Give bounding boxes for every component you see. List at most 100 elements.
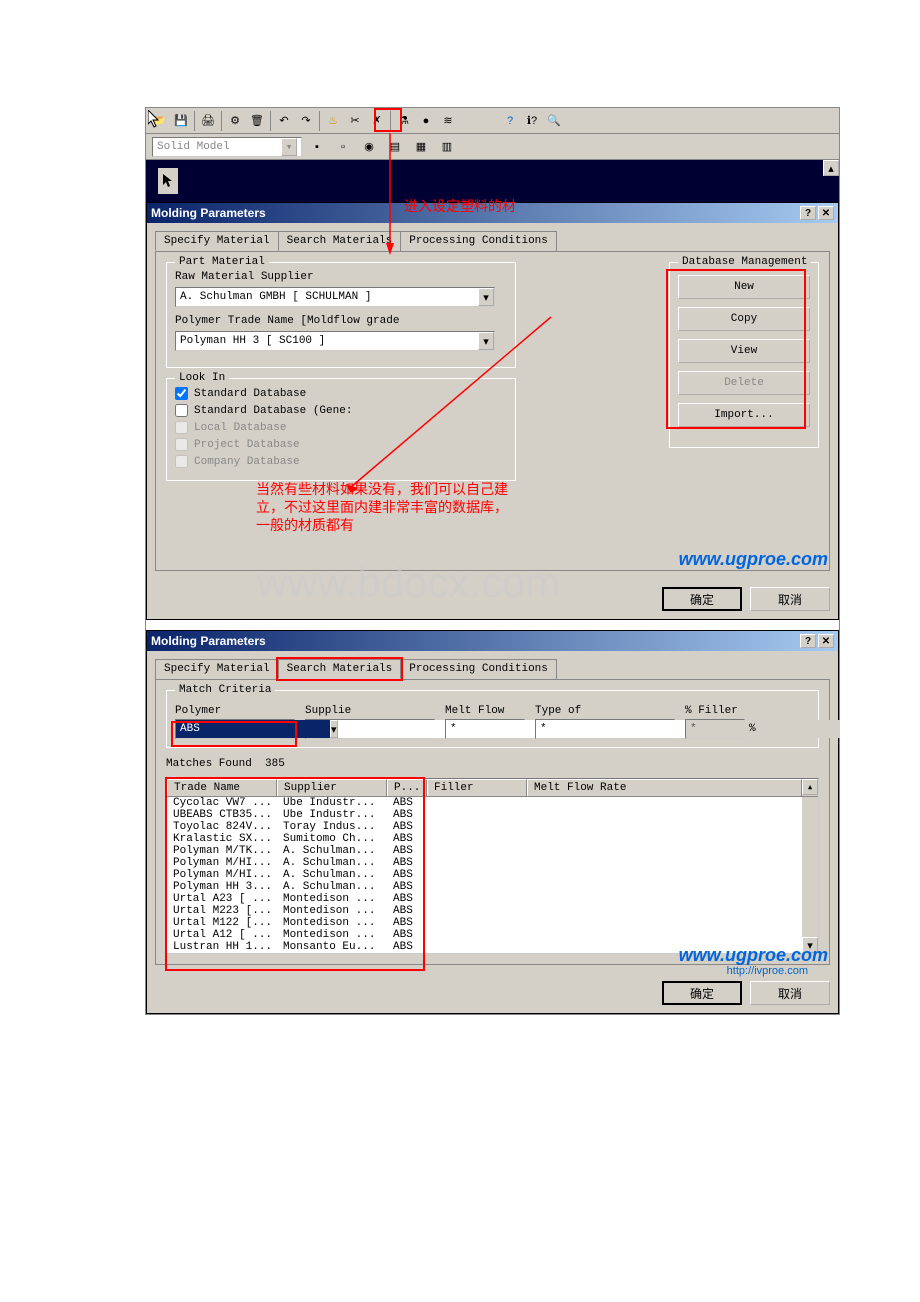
chevron-down-icon[interactable]: ▾ <box>478 288 494 306</box>
view1-icon[interactable]: ▪ <box>306 136 328 158</box>
cancel-button[interactable]: 取消 <box>750 981 830 1005</box>
ok-button[interactable]: 确定 <box>662 587 742 611</box>
meltflow-input-wrap[interactable] <box>445 719 525 739</box>
look-in-legend: Look In <box>175 372 229 384</box>
cell-meltflow <box>527 929 802 941</box>
tab-search-materials[interactable]: Search Materials <box>278 231 402 251</box>
tab-processing-conditions[interactable]: Processing Conditions <box>400 659 557 679</box>
filler-input-wrap <box>685 719 745 739</box>
highlight-polymer-input <box>171 721 297 747</box>
view6-icon[interactable]: ▥ <box>436 136 458 158</box>
cell-filler <box>427 893 527 905</box>
watermark-ugproe: www.ugproe.com <box>679 549 828 570</box>
supplier-label: Raw Material Supplier <box>175 271 507 283</box>
scroll-up-icon[interactable]: ▴ <box>802 779 818 795</box>
model-type-dropdown[interactable]: Solid Model ▾ <box>152 137 302 157</box>
cell-meltflow <box>527 869 802 881</box>
typeof-input[interactable] <box>536 720 690 738</box>
secondary-toolbar: Solid Model ▾ ▪ ▫ ◉ ▤ ▦ ▥ <box>146 134 839 160</box>
view5-icon[interactable]: ▦ <box>410 136 432 158</box>
polymer-label: Polymer <box>175 705 295 717</box>
tab-search-materials[interactable]: Search Materials <box>278 659 402 679</box>
cell-meltflow <box>527 893 802 905</box>
help-icon[interactable]: ? <box>499 110 521 132</box>
cell-meltflow <box>527 845 802 857</box>
tool4-icon[interactable]: ● <box>415 110 437 132</box>
cell-filler <box>427 929 527 941</box>
app-window: 📂 💾 🖨 ⚙ 🗑 ↶ ↷ ♨ ✂ ✗ ⚗ ● ≋ ? ℹ? 🔍 <box>145 107 840 1015</box>
undo-icon[interactable]: ↶ <box>273 110 295 132</box>
dialog-title-text: Molding Parameters <box>151 634 266 648</box>
cell-meltflow <box>527 821 802 833</box>
chevron-down-icon[interactable]: ▾ <box>330 720 338 738</box>
highlight-db-buttons <box>666 269 806 429</box>
cell-filler <box>427 821 527 833</box>
tool5-icon[interactable]: ≋ <box>437 110 459 132</box>
cell-meltflow <box>527 857 802 869</box>
model-type-value: Solid Model <box>157 141 230 153</box>
main-toolbar: 📂 💾 🖨 ⚙ 🗑 ↶ ↷ ♨ ✂ ✗ ⚗ ● ≋ ? ℹ? 🔍 <box>146 108 839 134</box>
dialog-tabs: Specify Material Search Materials Proces… <box>155 659 830 679</box>
cell-filler <box>427 941 527 953</box>
cell-meltflow <box>527 797 802 809</box>
help-button[interactable]: ? <box>800 206 816 220</box>
highlight-material-btn <box>374 108 402 132</box>
trash-icon[interactable]: 🗑 <box>246 110 268 132</box>
cell-filler <box>427 857 527 869</box>
tab-processing-conditions[interactable]: Processing Conditions <box>400 231 557 251</box>
cell-filler <box>427 917 527 929</box>
db-mgmt-legend: Database Management <box>678 256 811 268</box>
matches-label: Matches Found <box>166 758 252 770</box>
view2-icon[interactable]: ▫ <box>332 136 354 158</box>
tab-specify-material[interactable]: Specify Material <box>155 231 279 251</box>
col-filler[interactable]: Filler <box>427 779 527 796</box>
help-button[interactable]: ? <box>800 634 816 648</box>
watermark-ugproe: www.ugproe.com <box>679 945 828 966</box>
filler-unit: % <box>749 723 756 735</box>
vertical-scrollbar[interactable]: ▾ <box>802 797 818 953</box>
cell-meltflow <box>527 833 802 845</box>
cell-meltflow <box>527 917 802 929</box>
typeof-combo[interactable]: ▾ <box>535 719 675 739</box>
cell-meltflow <box>527 809 802 821</box>
arrow-annotation-2 <box>346 312 556 492</box>
db-management-fieldset: Database Management New Copy View Delete… <box>669 262 819 458</box>
close-button[interactable]: ✕ <box>818 634 834 648</box>
search-icon[interactable]: 🔍 <box>543 110 565 132</box>
cancel-button[interactable]: 取消 <box>750 587 830 611</box>
molding-params-dialog-1: Molding Parameters ? ✕ Specify Material … <box>146 202 839 620</box>
match-criteria-legend: Match Criteria <box>175 684 275 696</box>
tool1-icon[interactable]: ✂ <box>344 110 366 132</box>
dialog-titlebar: Molding Parameters ? ✕ <box>147 631 838 651</box>
supplier-combo[interactable]: ▾ <box>175 287 495 307</box>
redo-icon[interactable]: ↷ <box>295 110 317 132</box>
watermark-http: http://ivproe.com <box>727 965 808 977</box>
save-icon[interactable]: 💾 <box>170 110 192 132</box>
whatsthis-icon[interactable]: ℹ? <box>521 110 543 132</box>
cell-meltflow <box>527 881 802 893</box>
supplier-input[interactable] <box>176 288 478 306</box>
filler-label: % Filler <box>685 705 775 717</box>
results-table: Trade Name Supplier P... Filler Melt Flo… <box>166 778 819 954</box>
annotation-enter-material: 进入设定塑料的材 <box>404 196 516 216</box>
scroll-up-icon[interactable]: ▴ <box>823 160 839 176</box>
material-icon[interactable]: ♨ <box>322 110 344 132</box>
cell-filler <box>427 869 527 881</box>
dialog-title-text: Molding Parameters <box>151 206 266 220</box>
print-icon[interactable]: 🖨 <box>197 110 219 132</box>
dialog-tabs: Specify Material Search Materials Proces… <box>155 231 830 251</box>
typeof-label: Type of <box>535 705 675 717</box>
cursor-arrow-icon <box>148 110 160 131</box>
close-button[interactable]: ✕ <box>818 206 834 220</box>
view3-icon[interactable]: ◉ <box>358 136 380 158</box>
matches-count: 385 <box>265 758 285 770</box>
tree-icon[interactable]: ⚙ <box>224 110 246 132</box>
arrow-annotation <box>386 133 394 255</box>
col-meltflow[interactable]: Melt Flow Rate <box>527 779 802 796</box>
chevron-down-icon[interactable]: ▾ <box>281 138 297 156</box>
pointer-tool-icon[interactable] <box>158 168 178 194</box>
meltflow-label: Melt Flow <box>445 705 525 717</box>
ok-button[interactable]: 确定 <box>662 981 742 1005</box>
watermark-bdocx: www.bdocx.com <box>257 559 560 607</box>
tab-specify-material[interactable]: Specify Material <box>155 659 279 679</box>
